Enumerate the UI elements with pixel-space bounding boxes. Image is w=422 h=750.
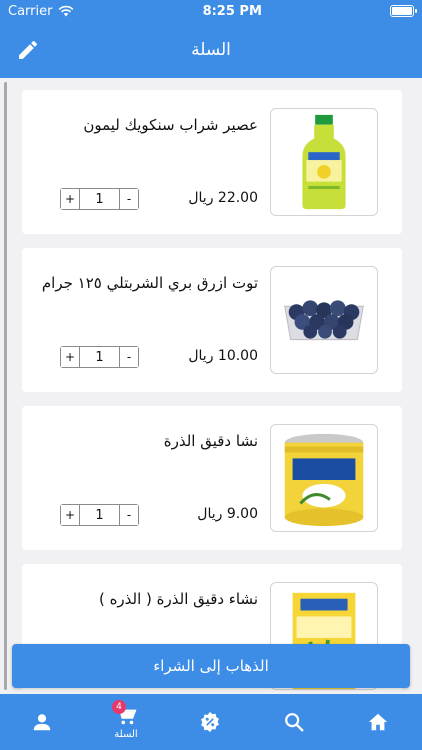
quantity-value: 1 (95, 191, 104, 207)
tab-home[interactable] (336, 694, 420, 750)
nav-bar: السلة (0, 22, 422, 78)
item-name: نشا دقيق الذرة (163, 432, 258, 450)
cart-item[interactable]: عصير شراب سنكويك ليمون 22.00 ريال + 1 - (22, 90, 402, 234)
home-icon (367, 711, 389, 733)
increment-button[interactable]: + (61, 347, 80, 367)
wifi-icon (59, 5, 74, 17)
status-time: 8:25 PM (202, 3, 262, 19)
product-image (270, 266, 378, 374)
cart-count-badge: 4 (112, 700, 126, 714)
increment-button[interactable]: + (61, 505, 80, 525)
carrier-label: Carrier (8, 3, 53, 19)
checkout-button[interactable]: الذهاب إلى الشراء (12, 644, 410, 688)
decrement-button[interactable]: - (119, 189, 138, 209)
battery-icon (389, 5, 417, 17)
item-name: توت ازرق بري الشربتلي ١٢٥ جرام (41, 274, 258, 292)
tab-profile[interactable] (0, 694, 84, 750)
tab-offers[interactable] (168, 694, 252, 750)
cart-item[interactable]: توت ازرق بري الشربتلي ١٢٥ جرام 10.00 ريا… (22, 248, 402, 392)
item-name: نشاء دقيق الذرة ( الذره ) (98, 590, 258, 608)
search-icon (283, 711, 305, 733)
item-price: 10.00 ريال (188, 348, 258, 364)
product-image (270, 424, 378, 532)
tab-cart[interactable]: السلة (84, 694, 168, 750)
pencil-icon (19, 40, 37, 59)
person-icon (31, 711, 53, 733)
quantity-stepper[interactable]: + 1 - (60, 504, 139, 526)
product-image (270, 108, 378, 216)
scrollbar[interactable] (4, 82, 7, 690)
quantity-stepper[interactable]: + 1 - (60, 188, 139, 210)
discount-badge-icon (199, 711, 221, 733)
item-price: 9.00 ريال (197, 506, 258, 522)
top-bar: Carrier 8:25 PM السلة (0, 0, 422, 78)
tab-bar: السلة (0, 694, 422, 750)
cart-list[interactable]: عصير شراب سنكويك ليمون 22.00 ريال + 1 - (22, 90, 402, 690)
page-title: السلة (191, 40, 231, 60)
quantity-value: 1 (95, 349, 104, 365)
decrement-button[interactable]: - (119, 505, 138, 525)
status-left: Carrier (8, 4, 74, 19)
quantity-value: 1 (95, 507, 104, 523)
edit-button[interactable] (16, 38, 40, 62)
item-price: 22.00 ريال (188, 190, 258, 206)
decrement-button[interactable]: - (119, 347, 138, 367)
tab-search[interactable] (252, 694, 336, 750)
increment-button[interactable]: + (61, 189, 80, 209)
item-name: عصير شراب سنكويك ليمون (83, 116, 258, 134)
status-bar: Carrier 8:25 PM (0, 0, 422, 22)
tab-cart-label: السلة (114, 728, 138, 740)
cart-item[interactable]: نشا دقيق الذرة 9.00 ريال + 1 - (22, 406, 402, 550)
quantity-stepper[interactable]: + 1 - (60, 346, 139, 368)
